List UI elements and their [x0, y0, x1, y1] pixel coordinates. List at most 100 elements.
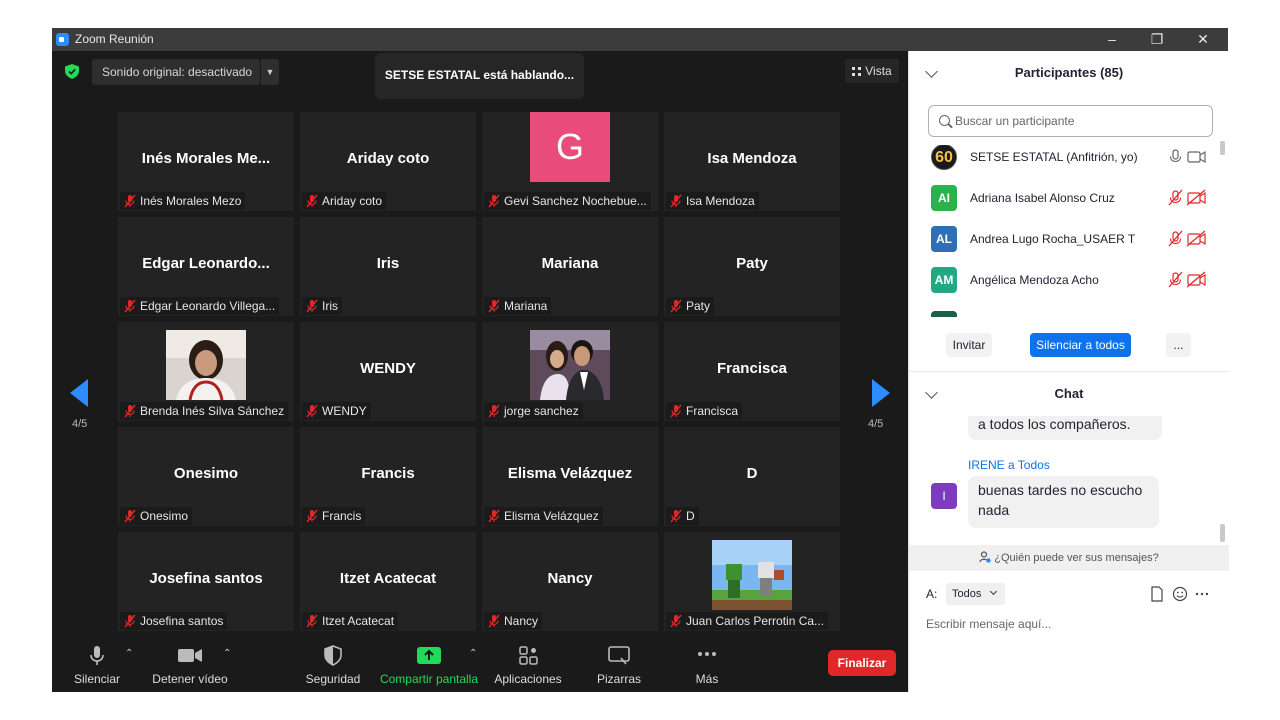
- stop-video-button[interactable]: Detener vídeo: [150, 638, 230, 692]
- original-sound-button[interactable]: Sonido original: desactivado: [92, 59, 260, 85]
- restore-button[interactable]: ❐: [1137, 29, 1177, 49]
- participant-tile[interactable]: Francisca Francisca: [664, 322, 840, 421]
- participants-title: Participantes (85): [1014, 65, 1124, 80]
- minimize-button[interactable]: –: [1092, 29, 1132, 49]
- participant-name-label: Nancy: [484, 612, 543, 630]
- participant-tile[interactable]: Paty Paty: [664, 217, 840, 316]
- original-sound-dropdown[interactable]: ▼: [260, 59, 279, 85]
- participant-display-name: Itzet Acatecat: [339, 570, 437, 587]
- muted-mic-icon: [124, 614, 136, 628]
- chat-message-input[interactable]: [926, 614, 1216, 634]
- apps-button[interactable]: Aplicaciones: [490, 638, 566, 692]
- participant-display-name: Inés Morales Me...: [141, 150, 271, 167]
- participant-tile[interactable]: Isa Mendoza Isa Mendoza: [664, 112, 840, 211]
- participant-display-name: Ariday coto: [346, 150, 430, 167]
- close-window-button[interactable]: ✕: [1183, 29, 1223, 49]
- grid-icon: [852, 67, 862, 76]
- participant-tile[interactable]: Juan Carlos Perrotin Ca...: [664, 532, 840, 631]
- participant-row[interactable]: AI Adriana Isabel Alonso Cruz: [909, 178, 1219, 219]
- participant-name-label: D: [666, 507, 699, 525]
- view-button[interactable]: Vista: [845, 59, 899, 83]
- participant-search-input[interactable]: [955, 112, 1205, 130]
- participant-display-name: Mariana: [541, 255, 599, 272]
- share-screen-button[interactable]: Compartir pantalla: [378, 638, 480, 692]
- muted-mic-icon: [670, 614, 682, 628]
- participant-tile[interactable]: Josefina santos Josefina santos: [118, 532, 294, 631]
- participant-avatar: AI: [931, 185, 957, 211]
- chat-sender: IRENE a Todos: [968, 458, 1050, 472]
- participants-scrollbar[interactable]: [1219, 139, 1225, 317]
- muted-mic-icon: [306, 194, 318, 208]
- share-screen-label: Compartir pantalla: [379, 672, 479, 686]
- participant-tile[interactable]: Francis Francis: [300, 427, 476, 526]
- participant-search[interactable]: [928, 105, 1213, 137]
- gallery-grid: Inés Morales Me... Inés Morales Mezo Arida…: [118, 112, 842, 631]
- participant-photo: [530, 330, 610, 400]
- participant-avatar: AL: [931, 226, 957, 252]
- muted-mic-icon: [124, 404, 136, 418]
- participant-tile[interactable]: DD: [664, 427, 840, 526]
- participant-tile[interactable]: Elisma Velázquez Elisma Velázquez: [482, 427, 658, 526]
- security-button[interactable]: Seguridad: [302, 638, 364, 692]
- participant-tile[interactable]: Nancy Nancy: [482, 532, 658, 631]
- participant-name: Iris: [322, 299, 338, 313]
- participant-display-name: Onesimo: [173, 465, 239, 482]
- more-dots-icon: [698, 652, 716, 656]
- participants-scrollbar-thumb[interactable]: [1220, 141, 1225, 155]
- participant-tile[interactable]: G Gevi Sanchez Nochebue...: [482, 112, 658, 211]
- mute-all-button[interactable]: Silenciar a todos: [1030, 333, 1131, 357]
- invite-button[interactable]: Invitar: [946, 333, 992, 357]
- muted-mic-icon: [488, 509, 500, 523]
- video-options-caret[interactable]: ⌃: [223, 648, 231, 659]
- muted-mic-icon: [670, 404, 682, 418]
- participant-name: Mariana: [504, 299, 548, 313]
- participant-row[interactable]: AM Angélica Mendoza Acho: [909, 260, 1219, 301]
- recipient-dropdown[interactable]: Todos: [946, 583, 1005, 605]
- participant-tile[interactable]: Ariday coto Ariday coto: [300, 112, 476, 211]
- participant-name-label: Mariana: [484, 297, 552, 315]
- participant-tile[interactable]: Onesimo Onesimo: [118, 427, 294, 526]
- whiteboards-label: Pizarras: [596, 672, 641, 686]
- participant-display-name: WENDY: [360, 360, 416, 377]
- participant-row[interactable]: AL Andrea Lugo Rocha_USAER T: [909, 219, 1219, 260]
- participant-name-label: Inés Morales Mezo: [120, 192, 246, 210]
- participant-display-name: Isa Mendoza: [707, 150, 797, 167]
- participant-tile[interactable]: Iris Iris: [300, 217, 476, 316]
- audio-options-caret[interactable]: ⌃: [125, 648, 133, 659]
- participant-tile[interactable]: Edgar Leonardo... Edgar Leonardo Villega.…: [118, 217, 294, 316]
- previous-page-arrow[interactable]: [70, 379, 88, 407]
- participant-name-label: Iris: [302, 297, 342, 315]
- title-bar: Zoom Reunión – ❐ ✕: [52, 28, 1228, 51]
- more-dots-icon[interactable]: [1194, 586, 1210, 602]
- participant-name: Francisca: [686, 404, 739, 418]
- share-options-caret[interactable]: ⌃: [469, 648, 477, 659]
- emoji-icon[interactable]: [1172, 586, 1188, 602]
- page-indicator-left: 4/5: [72, 418, 88, 430]
- encryption-shield-icon[interactable]: [65, 64, 79, 79]
- next-page-arrow[interactable]: [872, 379, 890, 407]
- participants-more-button[interactable]: ...: [1166, 333, 1191, 357]
- chat-scrollbar-thumb[interactable]: [1220, 524, 1225, 542]
- muted-mic-icon: [306, 299, 318, 313]
- participant-name: D: [686, 509, 695, 523]
- file-icon[interactable]: [1149, 586, 1165, 602]
- chat-scrollbar[interactable]: [1219, 416, 1225, 546]
- participant-row[interactable]: 60 SETSE ESTATAL (Anfitrión, yo): [909, 145, 1219, 178]
- more-button[interactable]: Más: [682, 638, 732, 692]
- participant-tile[interactable]: WENDY WENDY: [300, 322, 476, 421]
- participant-name: Adriana Isabel Alonso Cruz: [970, 191, 1115, 205]
- mute-button[interactable]: Silenciar: [67, 638, 127, 692]
- participant-tile[interactable]: Mariana Mariana: [482, 217, 658, 316]
- participant-tile[interactable]: Itzet Acatecat Itzet Acatecat: [300, 532, 476, 631]
- participant-tile[interactable]: Brenda Inés Silva Sánchez: [118, 322, 294, 421]
- chat-message: a todos los compañeros.: [968, 416, 1162, 440]
- participant-tile[interactable]: Inés Morales Me... Inés Morales Mezo: [118, 112, 294, 211]
- end-meeting-button[interactable]: Finalizar: [828, 650, 896, 676]
- participant-name: Juan Carlos Perrotin Ca...: [686, 614, 825, 628]
- whiteboard-icon: [608, 646, 630, 665]
- participant-display-name: Elisma Velázquez: [507, 465, 633, 482]
- whiteboards-button[interactable]: Pizarras: [590, 638, 648, 692]
- who-can-see-link[interactable]: ¿Quién puede ver sus mensajes?: [909, 545, 1229, 571]
- participant-name: Francis: [322, 509, 362, 523]
- participant-tile[interactable]: jorge sanchez: [482, 322, 658, 421]
